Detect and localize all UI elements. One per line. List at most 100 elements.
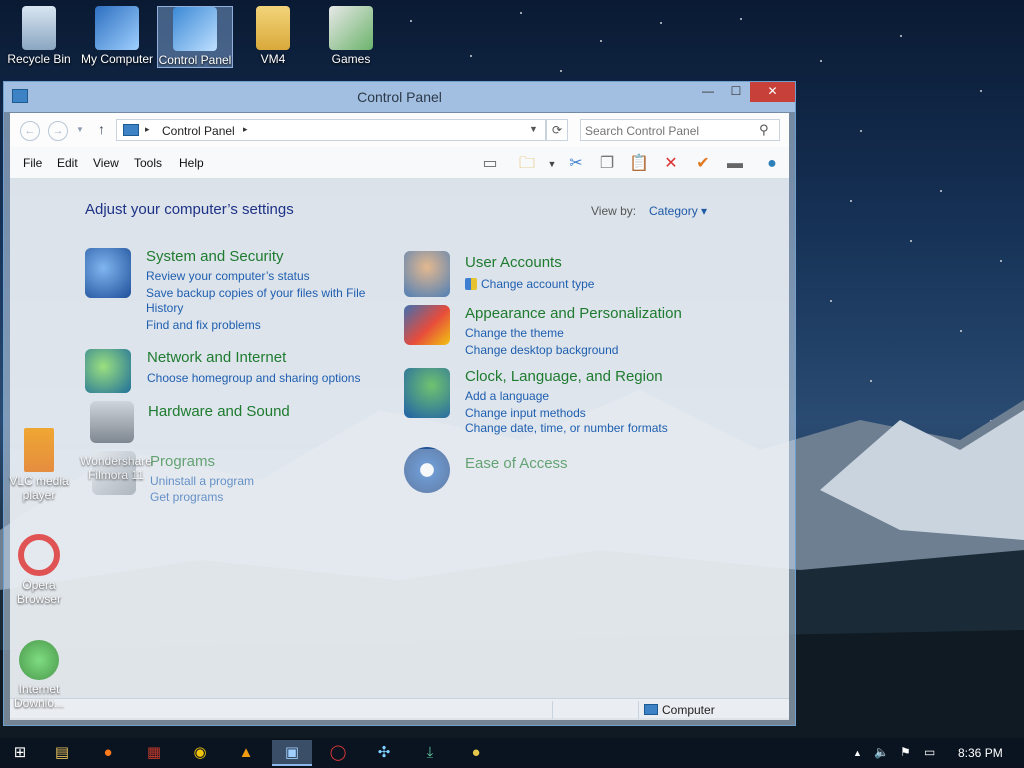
link-input-methods[interactable]: Change input methods — [465, 405, 586, 421]
menu-view[interactable]: View — [93, 156, 119, 170]
menu-tools[interactable]: Tools — [134, 156, 162, 170]
link-change-theme[interactable]: Change the theme — [465, 325, 564, 341]
link-date-time-formats[interactable]: Change date, time, or number formats — [465, 420, 668, 436]
breadcrumb-control-panel[interactable]: Control Panel — [162, 124, 235, 138]
recent-locations-dropdown[interactable]: ▼ — [76, 125, 84, 134]
menu-bar: File Edit View Tools Help ▭ 🗀 ▼ ✂ ❐ 📋 ✕ … — [10, 147, 789, 179]
delete-icon[interactable]: ✕ — [659, 153, 683, 175]
layout-pane-icon[interactable]: ▭ — [478, 153, 502, 175]
settings-app-icon[interactable]: ✣ — [364, 740, 404, 766]
network-icon[interactable]: ▭ — [924, 745, 935, 759]
opera-icon[interactable]: ◯ — [318, 740, 358, 766]
computer-icon — [95, 6, 139, 50]
minimize-button[interactable]: — — [694, 82, 722, 102]
firefox-icon[interactable]: ● — [88, 740, 128, 766]
link-find-fix[interactable]: Find and fix problems — [146, 317, 261, 333]
status-divider — [638, 701, 639, 719]
category-title[interactable]: User Accounts — [465, 254, 562, 271]
category-title[interactable]: Clock, Language, and Region — [465, 368, 663, 385]
printer-icon[interactable] — [90, 401, 134, 443]
category-title[interactable]: System and Security — [146, 248, 284, 265]
folder-options-icon[interactable]: 🗀 — [515, 153, 539, 175]
category-title[interactable]: Hardware and Sound — [148, 403, 290, 420]
control-panel-small-icon — [123, 124, 139, 136]
breadcrumb-separator: ▸ — [243, 124, 248, 134]
link-change-account-type[interactable]: Change account type — [465, 276, 594, 292]
desktop-icon-filmora[interactable]: Wondershare Filmora 11 — [78, 454, 154, 482]
page-title: Adjust your computer’s settings — [85, 201, 294, 218]
action-center-icon[interactable]: ⚑ — [900, 745, 911, 759]
clock-globe-icon[interactable] — [404, 368, 450, 418]
status-bar: Computer — [10, 698, 789, 720]
desktop-icon-opera[interactable]: Opera Browser — [1, 534, 77, 606]
chevron-down-icon[interactable]: ▼ — [529, 124, 538, 134]
recycle-bin-icon — [22, 6, 56, 50]
search-icon[interactable]: ⚲ — [759, 122, 769, 138]
opera-icon — [18, 534, 60, 576]
link-add-language[interactable]: Add a language — [465, 388, 549, 404]
desktop-icon-recycle-bin[interactable]: Recycle Bin — [1, 6, 77, 66]
desktop-icon-idm[interactable]: Internet Downlo... — [1, 640, 77, 710]
link-backup-files-cont[interactable]: History — [146, 300, 183, 316]
category-title[interactable]: Network and Internet — [147, 349, 286, 366]
start-button[interactable]: ⊞ — [0, 740, 40, 766]
desktop-icon-vlc[interactable]: VLC media player — [1, 428, 77, 502]
desktop-icon-vm4[interactable]: VM4 — [235, 6, 311, 66]
menu-help[interactable]: Help — [179, 156, 204, 170]
shield-icon[interactable] — [85, 248, 131, 298]
refresh-button[interactable]: ⟳ — [546, 119, 568, 141]
title-bar[interactable]: Control Panel — ☐ ✕ — [4, 82, 795, 112]
window-title: Control Panel — [357, 89, 442, 105]
up-button[interactable]: ↑ — [98, 121, 105, 137]
show-hidden-icons-chevron[interactable]: ▲ — [853, 748, 862, 758]
empty-content-area — [10, 449, 789, 699]
checkmark-icon[interactable]: ✔ — [691, 153, 715, 175]
link-desktop-background[interactable]: Change desktop background — [465, 342, 618, 358]
internet-download-manager-icon — [19, 640, 59, 680]
control-panel-window: Control Panel — ☐ ✕ ← → ▼ ↑ ▸ Control Pa… — [3, 81, 796, 726]
explorer-panel: ← → ▼ ↑ ▸ Control Panel ▸ ▼ ⟳ ⚲ File Edi… — [10, 113, 789, 720]
search-input[interactable] — [585, 123, 755, 139]
control-panel-taskbar-button[interactable]: ▣ — [272, 740, 312, 766]
games-icon — [329, 6, 373, 50]
view-by-label: View by: — [591, 204, 637, 218]
uac-shield-icon — [465, 278, 477, 290]
display-palette-icon[interactable] — [404, 305, 450, 345]
vlc-icon[interactable]: ▲ — [226, 740, 266, 766]
properties-icon[interactable]: ▬ — [723, 153, 747, 175]
desktop-icon-my-computer[interactable]: My Computer — [79, 6, 155, 66]
folder-user-icon — [256, 6, 290, 50]
volume-muted-icon[interactable]: 🔈 — [874, 745, 889, 759]
back-button[interactable]: ← — [20, 121, 40, 141]
control-panel-icon — [173, 7, 217, 51]
view-by-dropdown[interactable]: Category ▾ — [649, 204, 707, 218]
menu-file[interactable]: File — [23, 156, 42, 170]
app-orb-icon[interactable]: ● — [456, 740, 496, 766]
media-disc-icon[interactable]: ◉ — [180, 740, 220, 766]
copy-icon[interactable]: ❐ — [595, 153, 619, 175]
file-explorer-icon[interactable]: ▤ — [42, 740, 82, 766]
vlc-cone-icon — [24, 428, 54, 472]
globe-icon[interactable]: ● — [760, 153, 784, 175]
taskbar-clock[interactable]: 8:36 PM — [958, 746, 1003, 760]
search-box[interactable]: ⚲ — [580, 119, 780, 141]
maximize-button[interactable]: ☐ — [722, 82, 750, 102]
address-bar[interactable]: ▸ Control Panel ▸ ▼ — [116, 119, 546, 141]
link-homegroup[interactable]: Choose homegroup and sharing options — [147, 370, 360, 386]
download-icon[interactable]: ⤓ — [410, 740, 450, 766]
globe-network-icon[interactable] — [85, 349, 131, 393]
forward-button[interactable]: → — [48, 121, 68, 141]
chevron-down-icon[interactable]: ▼ — [540, 153, 564, 175]
menu-edit[interactable]: Edit — [57, 156, 78, 170]
status-divider — [552, 701, 553, 719]
link-backup-files[interactable]: Save backup copies of your files with Fi… — [146, 285, 365, 301]
close-button[interactable]: ✕ — [750, 82, 795, 102]
link-review-status[interactable]: Review your computer’s status — [146, 268, 310, 284]
winrar-icon[interactable]: ▦ — [134, 740, 174, 766]
desktop-icon-games[interactable]: Games — [313, 6, 389, 66]
cut-icon[interactable]: ✂ — [564, 153, 588, 175]
users-icon[interactable] — [404, 251, 450, 297]
category-title[interactable]: Appearance and Personalization — [465, 305, 682, 322]
desktop-icon-control-panel[interactable]: Control Panel — [157, 6, 233, 68]
paste-icon[interactable]: 📋 — [627, 153, 651, 175]
